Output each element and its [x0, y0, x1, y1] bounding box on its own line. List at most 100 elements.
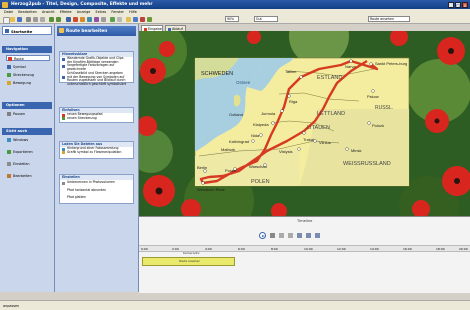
tick-label: 0:00 — [141, 246, 148, 251]
city-marker[interactable] — [251, 139, 255, 143]
save-icon[interactable] — [17, 16, 22, 22]
city-marker[interactable] — [297, 147, 301, 151]
tick-label: 18:00 — [436, 246, 445, 251]
maximize-button[interactable]: □ — [455, 1, 461, 8]
options-header[interactable]: Optionen — [2, 102, 52, 109]
view-item-edit[interactable]: Bearbeiten — [6, 173, 50, 179]
view-item-label: Exportieren — [13, 150, 33, 154]
nav-item-label: Streckenzug — [13, 73, 34, 77]
record-tool-icon[interactable] — [140, 16, 145, 22]
layer-tool-icon[interactable] — [126, 16, 131, 22]
loop-icon[interactable] — [315, 233, 320, 238]
rename-link[interactable]: Umbenennen in Photovolumen — [60, 180, 133, 185]
nav-item-polyline[interactable]: Streckenzug — [6, 72, 50, 78]
cut-icon[interactable] — [26, 16, 31, 22]
tick-label: 6:00 — [238, 246, 245, 251]
editor-canvas[interactable]: SCHWEDEN ESTLAND LETTLAND LITAUEN POLEN … — [139, 31, 470, 216]
city-marker[interactable] — [203, 169, 207, 173]
city-marker[interactable] — [345, 147, 349, 151]
view-item-settings[interactable]: Einstellen — [6, 161, 50, 167]
nav-item-motion[interactable]: Bewegung — [6, 80, 50, 86]
nav-item-label: Route — [14, 57, 24, 61]
title-bar: Herzog2pub - Titel, Design, Composite, E… — [0, 0, 470, 9]
nav-item-route[interactable]: Route — [6, 55, 50, 61]
city-marker[interactable] — [201, 181, 205, 185]
open-icon[interactable] — [10, 16, 15, 22]
panel-group-insert: Einfallsen neuen Bewegungspfad neuen Str… — [59, 107, 134, 123]
smooth-path-link[interactable]: Pfad glatten — [60, 196, 133, 200]
nav-item-label: Bewegung — [13, 81, 31, 85]
minimize-button[interactable]: _ — [448, 1, 454, 8]
start-page-button[interactable]: Startseite — [2, 26, 52, 35]
new-icon[interactable] — [3, 16, 10, 24]
status-text: anpassen — [3, 303, 20, 308]
quality-select[interactable]: Gut — [254, 16, 278, 22]
forward-icon[interactable] — [288, 233, 293, 238]
zoom-select[interactable]: 90% — [225, 16, 239, 22]
city-marker[interactable] — [302, 131, 306, 135]
city-marker[interactable] — [349, 59, 353, 63]
track-label: Kameradnr. — [183, 251, 201, 255]
crop-tool-icon[interactable] — [87, 16, 92, 22]
map-label-posen: Posen — [225, 168, 236, 173]
window-title: Herzog2pub - Titel, Design, Composite, E… — [11, 2, 153, 7]
editor-tabs: Eingabe Ablauf — [139, 24, 470, 31]
view-item-label: Einstellen — [13, 162, 30, 166]
rewind-icon[interactable] — [279, 233, 284, 238]
city-marker[interactable] — [369, 62, 373, 66]
view-item-windows[interactable]: Windows — [6, 137, 50, 143]
grid-tool-icon[interactable] — [117, 16, 122, 22]
paste-icon[interactable] — [40, 16, 45, 22]
city-marker[interactable] — [271, 121, 275, 125]
city-marker[interactable] — [280, 109, 284, 113]
option-item-label: Pausen — [13, 112, 26, 116]
text-tool-icon[interactable] — [73, 16, 78, 22]
load-symbol-link[interactable]: Grafik symbol zu Flowmanipulation — [60, 150, 133, 155]
city-marker[interactable] — [367, 121, 371, 125]
select-tool-icon[interactable] — [66, 16, 71, 22]
map-label-trakai: Trakai — [303, 137, 314, 142]
home-icon — [5, 29, 9, 33]
preview-tool-icon[interactable] — [147, 16, 152, 22]
city-marker[interactable] — [299, 75, 303, 79]
copy-icon[interactable] — [33, 16, 38, 22]
align-tool-icon[interactable] — [133, 16, 138, 22]
map-label-kaliningrad: Kaliningrad — [229, 139, 249, 144]
panel-group-hints: Hinweisskizze Wandernde Grafik-Objekte u… — [59, 51, 134, 86]
navigation-header[interactable]: Navigation — [2, 46, 52, 53]
stop-icon[interactable] — [270, 233, 275, 238]
map-label-malbork: Malbork — [221, 147, 235, 152]
add-keyframe-icon[interactable] — [297, 233, 302, 238]
close-button[interactable]: x — [462, 1, 468, 8]
map-label-latvia: LETTLAND — [317, 111, 345, 117]
tick-label: 14:00 — [370, 246, 379, 251]
remove-keyframe-icon[interactable] — [306, 233, 311, 238]
shape-tool-icon[interactable] — [80, 16, 85, 22]
map-label-minsk: Minsk — [351, 148, 361, 153]
map-label-riga: Riga — [289, 99, 298, 104]
map-label-nida: Nida — [251, 133, 260, 138]
nav-item-symbol[interactable]: Symbol — [6, 64, 50, 70]
city-marker[interactable] — [287, 94, 291, 98]
redo-icon[interactable] — [56, 16, 61, 22]
zoom-tool-icon[interactable] — [101, 16, 106, 22]
undo-icon[interactable] — [49, 16, 54, 22]
effect-tool-icon[interactable] — [94, 16, 99, 22]
play-tool-icon[interactable] — [110, 16, 115, 22]
city-marker[interactable] — [313, 139, 317, 143]
preview-select[interactable]: Route ansehen — [368, 16, 410, 22]
view-item-export[interactable]: Exportieren — [6, 149, 50, 155]
option-item-pause[interactable]: Pausen — [6, 111, 50, 117]
city-marker[interactable] — [259, 133, 263, 137]
city-marker[interactable] — [371, 89, 375, 93]
edit-icon — [7, 174, 11, 178]
tick-label: 4:00 — [205, 246, 212, 251]
pause-icon — [7, 112, 11, 116]
tick-label: 8:00 — [271, 246, 278, 251]
map-label-vistysis: Vistysis — [279, 149, 292, 154]
new-polyline-link[interactable]: neuen Streckenzug — [60, 116, 133, 121]
timeline-clip[interactable]: Route ansehen — [142, 257, 235, 266]
round-path-link[interactable]: Pfad horizontal abrunden — [60, 188, 133, 193]
play-button[interactable] — [259, 232, 266, 239]
view-header[interactable]: Sicht auch — [2, 128, 52, 135]
